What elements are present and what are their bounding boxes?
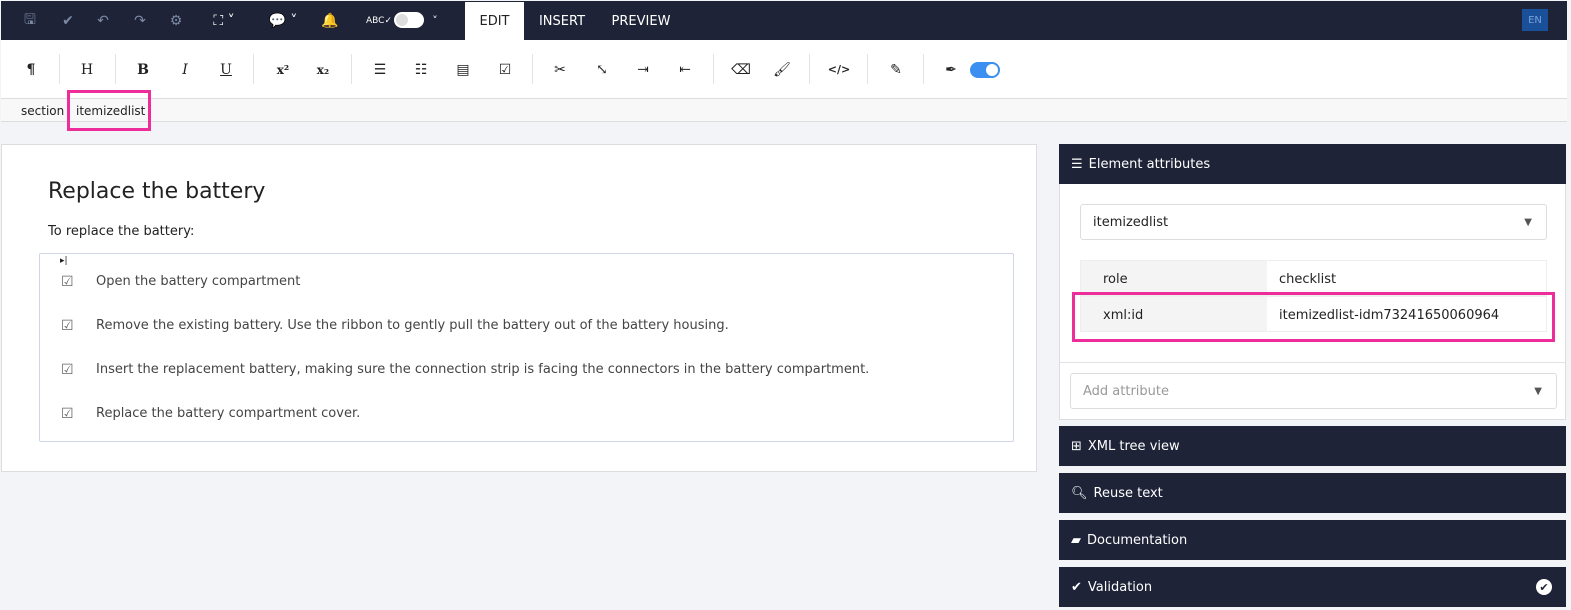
divider — [59, 54, 60, 84]
bullet-list-icon[interactable]: ☰ — [365, 40, 395, 99]
divider — [532, 54, 533, 84]
search-icon: 🔍︎ — [1071, 485, 1088, 501]
checkbox-icon[interactable]: ☑ — [61, 362, 74, 378]
formatting-toolbar: ¶ H B I U x² x₂ ☰ ☷ ▤ ☑ ✂ ⤡ ⇥ ⇤ ⌫ 🖌 </> … — [1, 40, 1567, 99]
panel-title: XML tree view — [1087, 438, 1180, 454]
divider — [809, 54, 810, 84]
divider — [867, 54, 868, 84]
panel-title: Element attributes — [1088, 156, 1211, 172]
check-icon[interactable]: ✔ — [57, 1, 79, 40]
check-circle-icon: ✔ — [1536, 579, 1552, 595]
chevron-down-icon: ▼ — [1524, 216, 1532, 228]
add-attribute-select[interactable]: Add attribute ▼ — [1070, 373, 1557, 409]
paragraph-button[interactable]: ¶ — [16, 40, 46, 99]
language-button[interactable]: EN — [1522, 9, 1548, 31]
check-icon: ✔ — [1071, 579, 1082, 595]
attribute-name: role — [1081, 261, 1267, 295]
breadcrumb-section[interactable]: section — [21, 104, 64, 118]
numbered-list-icon[interactable]: ☷ — [406, 40, 436, 99]
panel-title: Validation — [1087, 579, 1153, 595]
checkbox-icon[interactable]: ☑ — [61, 406, 74, 422]
list-item-text: Remove the existing battery. Use the rib… — [96, 318, 729, 333]
undo-icon[interactable]: ↶ — [92, 1, 114, 40]
list-icon: ☰ — [1071, 156, 1083, 172]
highlight-box — [67, 90, 151, 131]
divider — [923, 54, 924, 84]
element-select[interactable]: itemizedlist ▼ — [1080, 204, 1547, 240]
divider — [1060, 362, 1565, 363]
redo-icon[interactable]: ↷ — [129, 1, 151, 40]
reuse-text-header[interactable]: 🔍︎ Reuse text — [1059, 473, 1566, 513]
top-bar: 🖫 ✔ ↶ ↷ ⚙ ⛶ ˅ 💬 ˅ 🔔 ABC✓ ˅ EDIT INSERT P… — [1, 1, 1567, 40]
paint-roller-icon[interactable]: 🖌 — [767, 40, 797, 99]
validation-header[interactable]: ✔ Validation ✔ — [1059, 567, 1566, 607]
feather-icon[interactable]: ✒ — [936, 40, 966, 99]
italic-button[interactable]: I — [170, 40, 200, 99]
section-title[interactable]: Replace the battery — [48, 179, 265, 204]
feather-toggle[interactable] — [970, 62, 1000, 78]
variable-list-icon[interactable]: ▤ — [448, 40, 478, 99]
bell-icon[interactable]: 🔔 — [319, 1, 341, 40]
code-button[interactable]: </> — [824, 40, 854, 99]
outdent-icon[interactable]: ⇤ — [670, 40, 700, 99]
cursor-marker-icon: ▸| — [60, 256, 68, 266]
tab-preview[interactable]: PREVIEW — [601, 2, 681, 40]
element-select-value: itemizedlist — [1093, 214, 1169, 230]
checkbox-icon[interactable]: ☑ — [61, 274, 74, 290]
divider — [351, 54, 352, 84]
breadcrumb: section itemizedlist — [1, 99, 1567, 122]
checkbox-icon[interactable]: ☑ — [61, 318, 74, 334]
divider — [253, 54, 254, 84]
documentation-header[interactable]: ▰ Documentation — [1059, 520, 1566, 560]
xml-tree-view-header[interactable]: ⊞ XML tree view — [1059, 426, 1566, 466]
superscript-button[interactable]: x² — [268, 40, 298, 99]
tab-insert[interactable]: INSERT — [527, 2, 597, 40]
panel-title: Documentation — [1087, 532, 1188, 548]
scissors-icon[interactable]: ✂ — [545, 40, 575, 99]
subscript-button[interactable]: x₂ — [308, 40, 338, 99]
spellcheck-toggle[interactable] — [394, 12, 424, 28]
comments-icon[interactable]: 💬 ˅ — [263, 1, 303, 40]
chevron-down-icon[interactable]: ˅ — [428, 1, 442, 40]
attribute-value[interactable]: checklist — [1267, 261, 1336, 287]
collapse-icon[interactable]: ⤡ — [587, 40, 617, 99]
gear-icon[interactable]: ⚙ — [165, 1, 187, 40]
panel-title: Reuse text — [1093, 485, 1163, 501]
attribute-row-role[interactable]: role checklist — [1080, 260, 1547, 296]
fullscreen-icon[interactable]: ⛶ ˅ — [204, 1, 244, 40]
divider — [713, 54, 714, 84]
sitemap-icon: ⊞ — [1071, 438, 1082, 454]
list-item-text: Insert the replacement battery, making s… — [96, 362, 870, 377]
itemized-list[interactable]: ▸| ☑ Open the battery compartment ☑ Remove… — [39, 253, 1014, 442]
eraser-icon[interactable]: ⌫ — [726, 40, 756, 99]
intro-paragraph[interactable]: To replace the battery: — [48, 224, 194, 239]
list-item-text: Replace the battery compartment cover. — [96, 406, 361, 421]
indent-icon[interactable]: ⇥ — [628, 40, 658, 99]
checklist-icon[interactable]: ☑ — [490, 40, 520, 99]
save-icon[interactable]: 🖫 — [19, 1, 41, 40]
highlight-box — [1072, 292, 1555, 342]
tab-edit[interactable]: EDIT — [465, 2, 524, 40]
pencil-icon[interactable]: ✎ — [881, 40, 911, 99]
add-attribute-placeholder: Add attribute — [1083, 383, 1170, 399]
list-item-text: Open the battery compartment — [96, 274, 301, 289]
document-editor[interactable]: Replace the battery To replace the batte… — [1, 144, 1037, 472]
chevron-down-icon: ▼ — [1534, 385, 1542, 397]
spellcheck-icon[interactable]: ABC✓ — [366, 1, 392, 40]
divider — [115, 54, 116, 84]
book-icon: ▰ — [1071, 532, 1081, 548]
element-attributes-header[interactable]: ☰ Element attributes — [1059, 144, 1566, 184]
underline-button[interactable]: U — [211, 40, 241, 99]
